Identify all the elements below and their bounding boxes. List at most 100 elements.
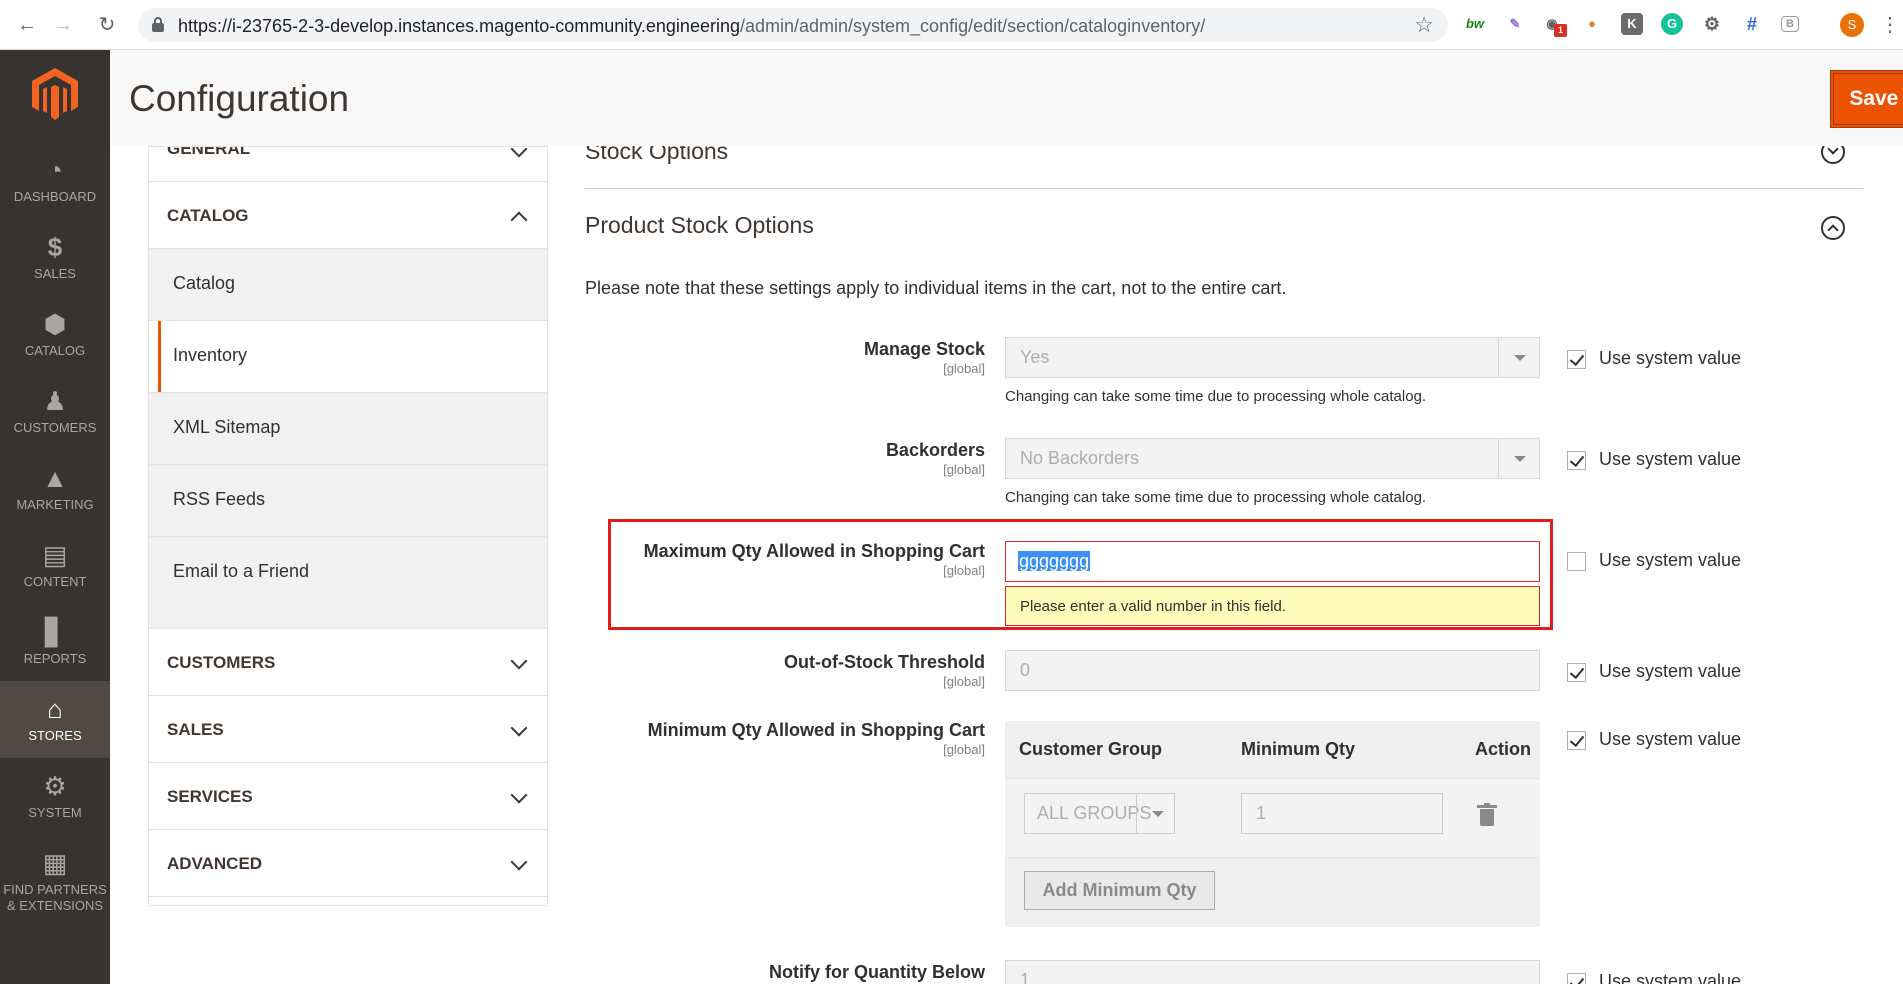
chevron-down-icon xyxy=(510,853,528,871)
pen-extension-icon[interactable]: ✎ xyxy=(1504,13,1526,35)
section-note: Please note that these settings apply to… xyxy=(585,278,1287,298)
dropdown-arrow-icon xyxy=(1136,794,1174,833)
chevron-down-icon xyxy=(510,786,528,804)
nav-system[interactable]: ⚙ SYSTEM xyxy=(0,758,110,835)
min-qty-use-system[interactable]: Use system value xyxy=(1567,729,1741,750)
nav-content[interactable]: ▤ CONTENT xyxy=(0,527,110,604)
address-bar[interactable]: https://i-23765-2-3-develop.instances.ma… xyxy=(138,8,1448,42)
max-qty-label: Maximum Qty Allowed in Shopping Cart xyxy=(643,541,985,561)
config-tabs: GENERAL CATALOG Catalog Inventory XML Si… xyxy=(148,146,548,906)
min-qty-label: Minimum Qty Allowed in Shopping Cart xyxy=(647,720,985,740)
save-config-button[interactable]: Save Config xyxy=(1830,70,1903,128)
notify-qty-use-system[interactable]: Use system value xyxy=(1567,971,1741,984)
tab-sales[interactable]: SALES xyxy=(149,696,547,763)
out-of-stock-input[interactable]: 0 xyxy=(1005,650,1540,691)
grammarly-extension-icon[interactable]: G xyxy=(1661,13,1683,35)
extension-badge: 1 xyxy=(1554,24,1567,37)
chevron-down-icon xyxy=(510,147,528,158)
col-customer-group: Customer Group xyxy=(1019,739,1163,759)
table-row: ALL GROUPS 1 xyxy=(1005,778,1540,858)
manage-stock-use-system[interactable]: Use system value xyxy=(1567,348,1741,369)
manage-stock-label: Manage Stock xyxy=(863,339,985,359)
nav-dashboard[interactable]: ◔ DASHBOARD xyxy=(0,142,110,219)
layout-icon: ▤ xyxy=(42,540,68,570)
scope-label: [global] xyxy=(943,462,985,477)
tab-item-inventory[interactable]: Inventory xyxy=(149,321,547,393)
backorders-use-system[interactable]: Use system value xyxy=(1567,449,1741,470)
nav-find-partners[interactable]: ▦ FIND PARTNERS & EXTENSIONS xyxy=(0,835,110,925)
collapse-stock-options-icon[interactable] xyxy=(1821,146,1845,164)
nav-marketing[interactable]: ▲ MARKETING xyxy=(0,450,110,527)
out-of-stock-label: Out-of-Stock Threshold xyxy=(784,652,985,672)
collapse-product-stock-icon[interactable] xyxy=(1821,216,1845,240)
page-header: Configuration Save Config xyxy=(110,50,1903,146)
customer-group-select[interactable]: ALL GROUPS xyxy=(1024,793,1175,834)
fingerprint-extension-icon[interactable]: ◉ 1 xyxy=(1541,13,1567,37)
back-icon[interactable]: ← xyxy=(14,12,40,38)
use-system-checkbox[interactable] xyxy=(1567,451,1586,470)
backorders-hint: Changing can take some time due to proce… xyxy=(1005,489,1427,506)
notify-qty-input[interactable]: 1 xyxy=(1005,960,1540,984)
nav-stores[interactable]: ⌂ STORES xyxy=(0,681,110,758)
magento-logo-icon[interactable] xyxy=(32,68,78,120)
backorders-select[interactable]: No Backorders xyxy=(1005,438,1540,479)
admin-sidebar: ◔ DASHBOARD $ SALES ⬢ CATALOG ♟ CUSTOMER… xyxy=(0,50,110,984)
tab-catalog[interactable]: CATALOG xyxy=(149,182,547,249)
page-title: Configuration xyxy=(129,78,350,119)
forward-icon[interactable]: → xyxy=(50,12,76,38)
profile-avatar[interactable]: S xyxy=(1840,13,1864,37)
section-divider xyxy=(585,188,1863,189)
bookmark-star-icon[interactable]: ☆ xyxy=(1414,12,1434,38)
scope-label: [global] xyxy=(943,674,985,689)
nav-customers[interactable]: ♟ CUSTOMERS xyxy=(0,373,110,450)
notify-qty-label: Notify for Quantity Below xyxy=(769,962,985,982)
max-qty-input[interactable]: ggggggg xyxy=(1005,541,1540,582)
col-action: Action xyxy=(1475,739,1531,759)
tab-item-email-to-friend[interactable]: Email to a Friend xyxy=(149,537,547,629)
dropdown-arrow-icon xyxy=(1498,338,1539,377)
lock-icon xyxy=(152,17,164,32)
product-stock-options-title[interactable]: Product Stock Options xyxy=(585,212,814,239)
tab-item-rss-feeds[interactable]: RSS Feeds xyxy=(149,465,547,537)
tab-item-xml-sitemap[interactable]: XML Sitemap xyxy=(149,393,547,465)
add-minimum-qty-button[interactable]: Add Minimum Qty xyxy=(1024,871,1215,910)
bar-chart-icon: ▋ xyxy=(45,617,65,647)
trash-icon[interactable] xyxy=(1477,803,1497,827)
scope-label: [global] xyxy=(943,361,985,376)
nav-catalog[interactable]: ⬢ CATALOG xyxy=(0,296,110,373)
tab-customers[interactable]: CUSTOMERS xyxy=(149,629,547,696)
tab-advanced[interactable]: ADVANCED xyxy=(149,830,547,897)
nav-reports[interactable]: ▋ REPORTS xyxy=(0,604,110,681)
person-icon: ♟ xyxy=(43,386,67,416)
bw-extension-icon[interactable]: bw xyxy=(1464,13,1486,35)
settings-extension-icon[interactable]: ⚙ xyxy=(1701,13,1723,35)
url-text: https://i-23765-2-3-develop.instances.ma… xyxy=(178,16,1206,36)
max-qty-error: Please enter a valid number in this fiel… xyxy=(1005,586,1540,626)
config-main: Stock Options Product Stock Options Plea… xyxy=(585,146,1863,984)
minimum-qty-input[interactable]: 1 xyxy=(1241,793,1443,834)
backorders-label: Backorders xyxy=(885,440,985,460)
stock-options-title[interactable]: Stock Options xyxy=(585,146,728,165)
k-extension-icon[interactable]: K xyxy=(1621,13,1643,35)
blocks-icon: ▦ xyxy=(42,848,68,878)
grid-extension-icon[interactable]: # xyxy=(1741,13,1763,35)
use-system-checkbox[interactable] xyxy=(1567,973,1586,984)
nav-sales[interactable]: $ SALES xyxy=(0,219,110,296)
chevron-up-icon xyxy=(510,211,528,229)
use-system-checkbox[interactable] xyxy=(1567,552,1586,571)
use-system-checkbox[interactable] xyxy=(1567,731,1586,750)
tab-item-catalog[interactable]: Catalog xyxy=(149,249,547,321)
use-system-checkbox[interactable] xyxy=(1567,663,1586,682)
b-extension-icon[interactable]: B xyxy=(1781,16,1799,32)
tab-services[interactable]: SERVICES xyxy=(149,763,547,830)
cube-icon: ⬢ xyxy=(43,309,67,339)
manage-stock-select[interactable]: Yes xyxy=(1005,337,1540,378)
use-system-checkbox[interactable] xyxy=(1567,350,1586,369)
dashboard-icon: ◔ xyxy=(47,155,63,185)
browser-menu-icon[interactable]: ⋮ xyxy=(1880,12,1900,37)
max-qty-use-system[interactable]: Use system value xyxy=(1567,550,1741,571)
reload-icon[interactable]: ↻ xyxy=(94,12,120,38)
tab-general[interactable]: GENERAL xyxy=(149,147,547,182)
out-of-stock-use-system[interactable]: Use system value xyxy=(1567,661,1741,682)
cookie-extension-icon[interactable]: ● xyxy=(1581,13,1603,35)
